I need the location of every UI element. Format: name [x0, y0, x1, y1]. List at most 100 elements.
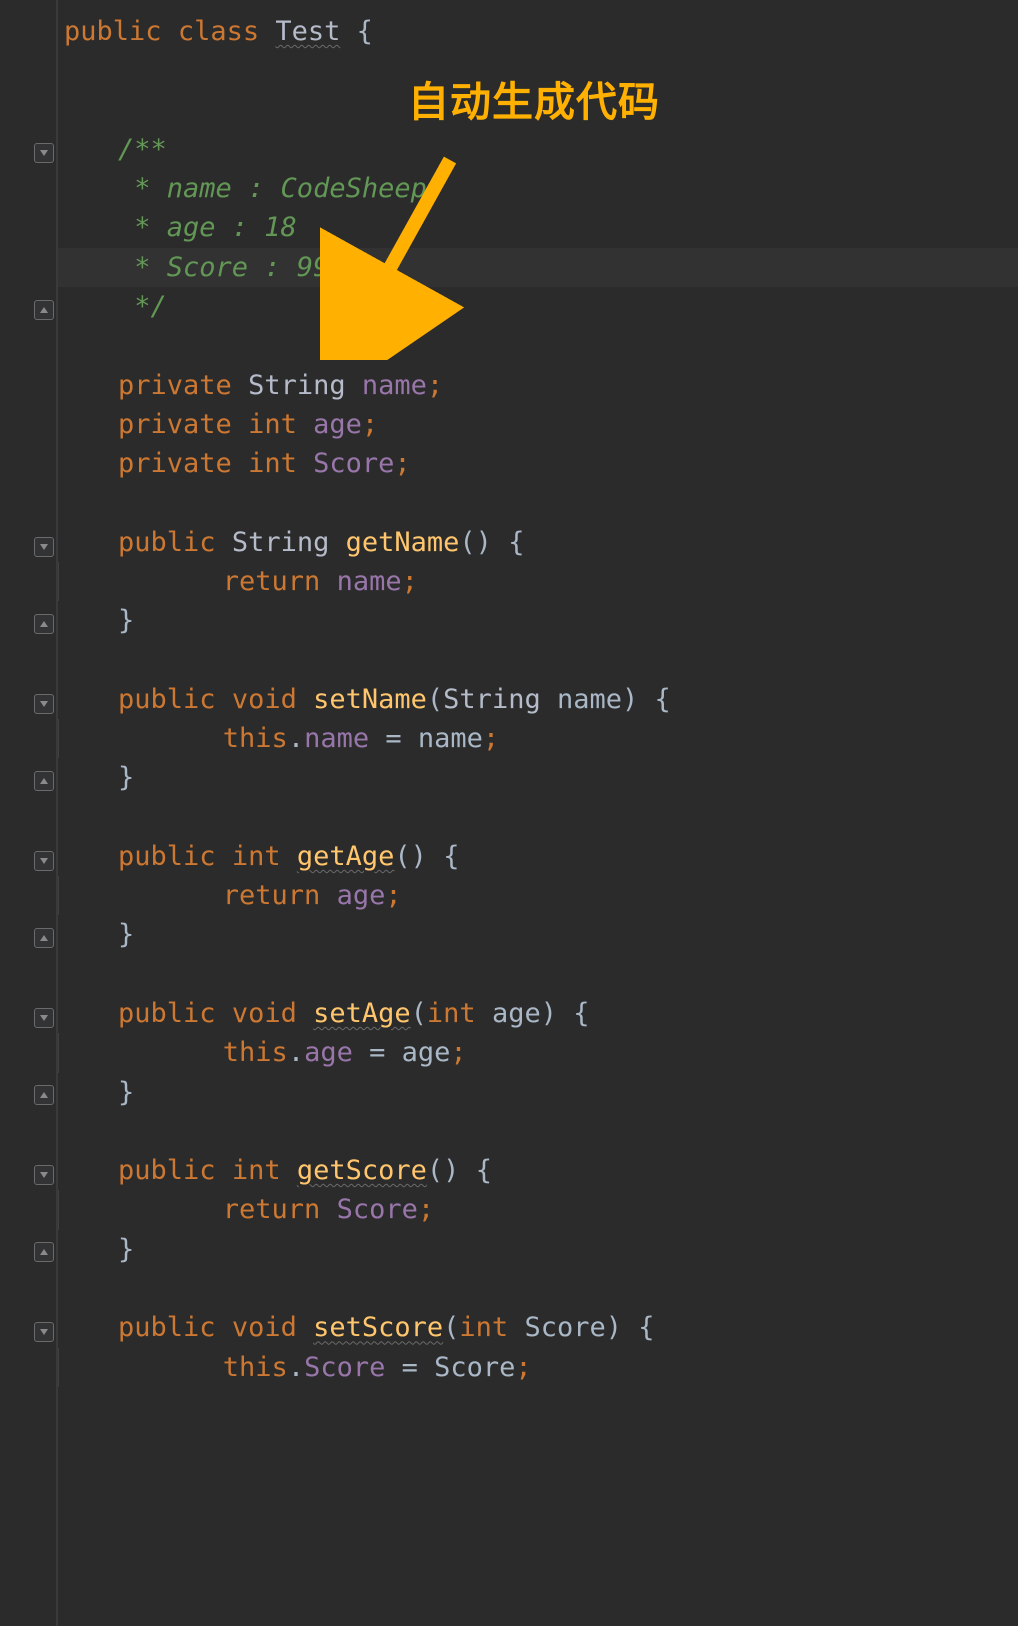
- brace-open: {: [357, 16, 373, 47]
- code-line: public void setAge(int age) {: [58, 994, 1018, 1033]
- paren-close: ): [622, 684, 638, 715]
- code-line: [58, 483, 1018, 522]
- fold-marker[interactable]: [34, 300, 54, 320]
- keyword: public: [118, 684, 216, 715]
- params: (): [459, 527, 492, 558]
- param-type: int: [427, 998, 476, 1029]
- fold-marker[interactable]: [34, 1242, 54, 1262]
- keyword: public: [118, 1312, 216, 1343]
- code-area[interactable]: public class Test { /** * name : CodeShe…: [58, 0, 1018, 1626]
- code-line: * Score : 99: [58, 248, 1018, 287]
- semicolon: ;: [483, 723, 499, 754]
- param-ref: Score: [434, 1352, 515, 1383]
- keyword: public: [118, 998, 216, 1029]
- code-line: public class Test {: [58, 12, 1018, 51]
- brace-close: }: [118, 605, 134, 636]
- brace-close: }: [118, 762, 134, 793]
- fold-marker[interactable]: [34, 143, 54, 163]
- fold-marker[interactable]: [34, 1165, 54, 1185]
- keyword: public: [118, 1155, 216, 1186]
- fold-marker[interactable]: [34, 771, 54, 791]
- fold-marker[interactable]: [34, 928, 54, 948]
- code-line: [58, 1269, 1018, 1308]
- fold-marker[interactable]: [34, 1008, 54, 1028]
- type: void: [232, 684, 297, 715]
- brace-open: {: [573, 998, 589, 1029]
- method-name: getScore: [297, 1155, 427, 1186]
- keyword: private: [118, 448, 232, 479]
- param-name: Score: [524, 1312, 605, 1343]
- equals: =: [369, 723, 418, 754]
- fold-marker[interactable]: [34, 537, 54, 557]
- code-line: }: [58, 601, 1018, 640]
- type: int: [232, 841, 281, 872]
- keyword: public: [118, 527, 216, 558]
- params: (): [427, 1155, 460, 1186]
- class-name: Test: [275, 16, 340, 47]
- javadoc: /**: [118, 134, 167, 165]
- semicolon: ;: [402, 566, 418, 597]
- brace-close: }: [118, 1077, 134, 1108]
- code-line: private String name;: [58, 366, 1018, 405]
- paren-open: (: [443, 1312, 459, 1343]
- paren-close: ): [606, 1312, 622, 1343]
- brace-open: {: [443, 841, 459, 872]
- method-name: setAge: [313, 998, 411, 1029]
- code-line: private int age;: [58, 405, 1018, 444]
- code-line: this.name = name;: [58, 719, 1018, 758]
- code-line: this.Score = Score;: [58, 1348, 1018, 1387]
- javadoc: * age : 18: [118, 212, 297, 243]
- type: void: [232, 1312, 297, 1343]
- method-name: setScore: [313, 1312, 443, 1343]
- equals: =: [385, 1352, 434, 1383]
- method-name: setName: [313, 684, 427, 715]
- paren-open: (: [411, 998, 427, 1029]
- params: (): [394, 841, 427, 872]
- type: int: [248, 409, 297, 440]
- code-line: }: [58, 1230, 1018, 1269]
- dot: .: [288, 723, 304, 754]
- fold-marker[interactable]: [34, 1085, 54, 1105]
- semicolon: ;: [515, 1352, 531, 1383]
- brace-close: }: [118, 919, 134, 950]
- type: void: [232, 998, 297, 1029]
- keyword: private: [118, 409, 232, 440]
- keyword-this: this: [223, 1037, 288, 1068]
- code-line: }: [58, 915, 1018, 954]
- param-ref: age: [402, 1037, 451, 1068]
- paren-open: (: [427, 684, 443, 715]
- code-line: return Score;: [58, 1190, 1018, 1229]
- type: int: [232, 1155, 281, 1186]
- field-name: name: [362, 370, 427, 401]
- keyword: return: [223, 566, 321, 597]
- fold-marker[interactable]: [34, 694, 54, 714]
- type: String: [248, 370, 346, 401]
- brace-open: {: [655, 684, 671, 715]
- fold-marker[interactable]: [34, 614, 54, 634]
- param-type: int: [459, 1312, 508, 1343]
- keyword: private: [118, 370, 232, 401]
- semicolon: ;: [385, 880, 401, 911]
- code-line: [58, 326, 1018, 365]
- field-ref: name: [304, 723, 369, 754]
- field-name: Score: [313, 448, 394, 479]
- semicolon: ;: [450, 1037, 466, 1068]
- code-line: private int Score;: [58, 444, 1018, 483]
- fold-marker[interactable]: [34, 851, 54, 871]
- code-line: this.age = age;: [58, 1033, 1018, 1072]
- brace-open: {: [638, 1312, 654, 1343]
- param-name: age: [492, 998, 541, 1029]
- code-line: public void setName(String name) {: [58, 680, 1018, 719]
- code-editor[interactable]: public class Test { /** * name : CodeShe…: [0, 0, 1018, 1626]
- semicolon: ;: [394, 448, 410, 479]
- fold-marker[interactable]: [34, 1322, 54, 1342]
- keyword-this: this: [223, 723, 288, 754]
- param-name: name: [557, 684, 622, 715]
- gutter: [0, 0, 58, 1626]
- param-type: String: [443, 684, 541, 715]
- semicolon: ;: [362, 409, 378, 440]
- field-ref: Score: [304, 1352, 385, 1383]
- keyword-public: public: [64, 16, 162, 47]
- field-ref: name: [337, 566, 402, 597]
- paren-close: ): [541, 998, 557, 1029]
